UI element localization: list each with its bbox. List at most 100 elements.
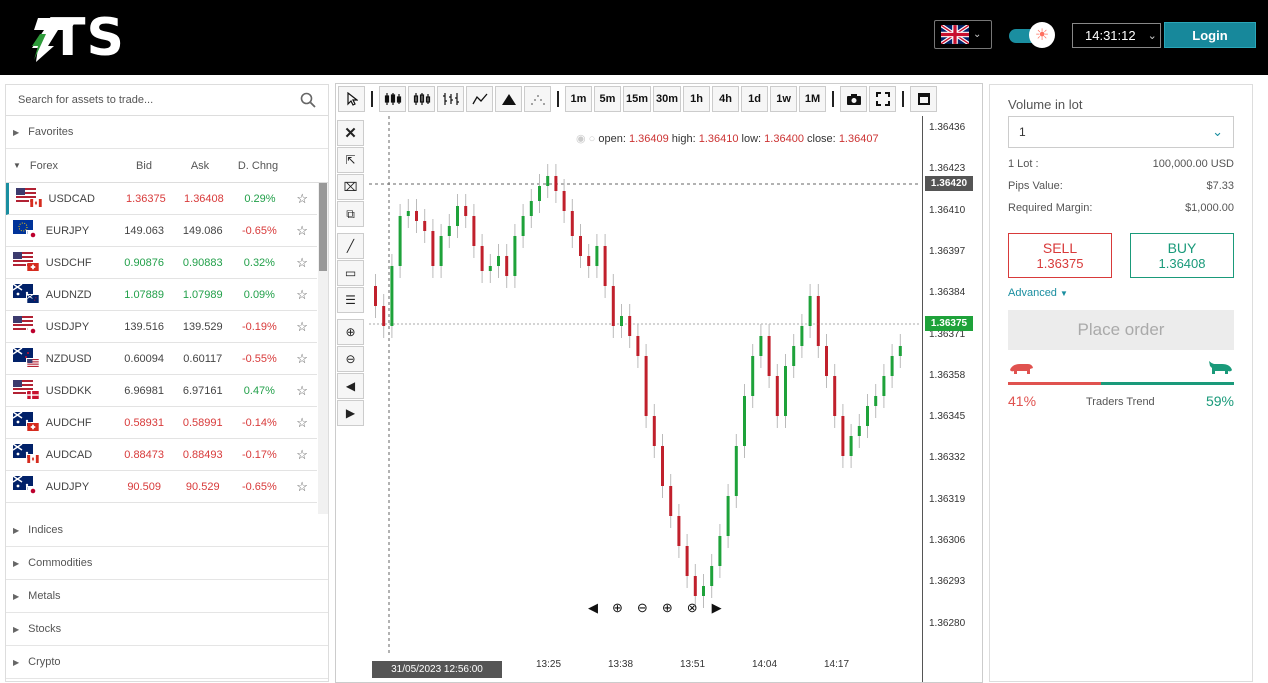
asset-search[interactable]: Search for assets to trade... <box>6 85 328 116</box>
forex-row[interactable]: AUDJPY 90.509 90.529 -0.65% ☆ <box>6 471 317 503</box>
logo[interactable]: TS <box>30 10 180 66</box>
timeframe-30m-button[interactable]: 30m <box>653 86 682 112</box>
candle-body <box>767 336 771 376</box>
chart-mode-button[interactable] <box>910 86 938 112</box>
category-favorites[interactable]: ▶ Favorites <box>6 116 328 149</box>
candle-body <box>505 256 509 276</box>
timeframe-5m-button[interactable]: 5m <box>594 86 621 112</box>
screenshot-button[interactable] <box>840 86 868 112</box>
caret-right-icon: ▶ <box>13 127 20 137</box>
star-icon[interactable]: ☆ <box>287 383 317 399</box>
category-crypto[interactable]: ▶ Crypto <box>6 646 328 679</box>
star-icon[interactable]: ☆ <box>287 223 317 239</box>
language-selector[interactable]: ⌄ <box>934 20 992 49</box>
forex-table-header[interactable]: ▼ Forex Bid Ask D. Chng <box>6 149 328 183</box>
symbol: USDCAD <box>48 192 95 205</box>
scrollbar-thumb[interactable] <box>319 183 327 271</box>
forex-row[interactable]: NZDUSD 0.60094 0.60117 -0.55% ☆ <box>6 343 317 375</box>
volume-select[interactable]: 1 ⌄ <box>1008 116 1234 148</box>
candle-body <box>890 356 894 376</box>
forex-row[interactable]: USDDKK 6.96981 6.97161 0.47% ☆ <box>6 375 317 407</box>
fullscreen-button[interactable] <box>869 86 897 112</box>
advanced-toggle[interactable]: Advanced ▼ <box>1008 287 1068 299</box>
scroll-left-icon[interactable]: ◀ <box>588 600 598 616</box>
star-icon[interactable]: ☆ <box>287 351 317 367</box>
us-ca-flag-icon <box>16 187 46 211</box>
dots-chart-button[interactable] <box>524 86 551 112</box>
ohlc-bars-button[interactable] <box>437 86 464 112</box>
star-icon[interactable]: ☆ <box>287 447 317 463</box>
candlestick-chart[interactable] <box>369 116 919 656</box>
scroll-right-icon[interactable]: ▶ <box>337 400 364 426</box>
au-jp-flag-icon <box>13 475 43 499</box>
timezone-clock[interactable]: 14:31:12 ⌄ <box>1072 23 1161 48</box>
ohlc-readout: ◉ ○ open: 1.36409 high: 1.36410 low: 1.3… <box>576 132 879 145</box>
fibonacci-icon[interactable]: ☰ <box>337 287 364 313</box>
forex-row[interactable]: USDCHF 0.90876 0.90883 0.32% ☆ <box>6 247 317 279</box>
area-chart-button[interactable] <box>495 86 522 112</box>
bear-icon <box>1010 364 1033 374</box>
eye-icon[interactable]: ◉ ○ <box>576 133 595 145</box>
copy-icon[interactable]: ⧉ <box>337 201 364 227</box>
candle-body <box>816 296 820 346</box>
ask-price: 0.60117 <box>183 352 223 365</box>
forex-row[interactable]: EURJPY 149.063 149.086 -0.65% ☆ <box>6 215 317 247</box>
scroll-right-icon[interactable]: ▶ <box>712 600 722 616</box>
zoom-in-icon[interactable]: ⊕ <box>337 319 364 345</box>
star-icon[interactable]: ☆ <box>287 319 317 335</box>
star-icon[interactable]: ☆ <box>287 479 317 495</box>
sell-button[interactable]: SELL 1.36375 <box>1008 233 1112 278</box>
timeframe-1M-button[interactable]: 1M <box>799 86 827 112</box>
forex-row[interactable]: USDJPY 139.516 139.529 -0.19% ☆ <box>6 311 317 343</box>
timeframe-4h-button[interactable]: 4h <box>712 86 740 112</box>
candle-body <box>554 176 558 191</box>
zoom-out-icon[interactable]: ⊖ <box>337 346 364 372</box>
star-icon[interactable]: ☆ <box>287 415 317 431</box>
star-icon[interactable]: ☆ <box>287 255 317 271</box>
candles-chart-button[interactable] <box>379 86 406 112</box>
ohlc-open: 1.36409 <box>628 133 669 145</box>
margin-value: $1,000.00 <box>1185 202 1234 214</box>
rectangle-icon[interactable]: ▭ <box>337 260 364 286</box>
login-button[interactable]: Login <box>1164 22 1256 48</box>
forex-row[interactable]: AUDNZD 1.07889 1.07989 0.09% ☆ <box>6 279 317 311</box>
ask-price: 1.36408 <box>184 192 224 205</box>
bid-price: 1.36375 <box>125 192 166 205</box>
forex-row[interactable]: AUDCHF 0.58931 0.58991 -0.14% ☆ <box>6 407 317 439</box>
logo-arrow-icon <box>32 18 78 62</box>
pointer-tool-button[interactable] <box>338 86 365 112</box>
hollow-candles-button[interactable] <box>408 86 435 112</box>
buy-percent: 59% <box>1205 393 1234 409</box>
timeframe-1m-button[interactable]: 1m <box>565 86 592 112</box>
timeframe-1d-button[interactable]: 1d <box>741 86 769 112</box>
close-icon[interactable]: ✕ <box>337 120 364 146</box>
buy-button[interactable]: BUY 1.36408 <box>1130 233 1234 278</box>
reset-zoom-icon[interactable]: ⊗ <box>687 600 698 616</box>
forex-row[interactable]: USDCAD 1.36375 1.36408 0.29% ☆ <box>6 183 317 215</box>
trend-line-icon[interactable]: ╱ <box>337 233 364 259</box>
scroll-left-icon[interactable]: ◀ <box>337 373 364 399</box>
category-stocks[interactable]: ▶ Stocks <box>6 613 328 646</box>
zoom-out-icon[interactable]: ⊖ <box>637 600 648 616</box>
price-axis[interactable]: 1.36280 1.36293 1.36306 1.36319 1.36332 1.363… <box>922 116 982 682</box>
search-icon[interactable] <box>300 92 316 108</box>
zoom-in-right-icon[interactable]: ⊕ <box>662 600 673 616</box>
search-input[interactable]: Search for assets to trade... <box>18 94 153 106</box>
zoom-in-icon[interactable]: ⊕ <box>612 600 623 616</box>
scrollbar[interactable] <box>318 183 328 514</box>
star-icon[interactable]: ☆ <box>288 191 318 207</box>
place-order-button[interactable]: Place order <box>1008 310 1234 350</box>
delete-drawings-icon[interactable]: ⌧ <box>337 174 364 200</box>
category-indices[interactable]: ▶ Indices <box>6 514 328 547</box>
category-commodities[interactable]: ▶ Commodities <box>6 547 328 580</box>
timeframe-15m-button[interactable]: 15m <box>623 86 652 112</box>
line-chart-button[interactable] <box>466 86 493 112</box>
forex-row[interactable]: AUDCAD 0.88473 0.88493 -0.17% ☆ <box>6 439 317 471</box>
camera-icon <box>846 93 861 105</box>
select-tool-icon[interactable]: ⇱ <box>337 147 364 173</box>
timeframe-1h-button[interactable]: 1h <box>683 86 711 112</box>
timeframe-1w-button[interactable]: 1w <box>770 86 798 112</box>
category-metals[interactable]: ▶ Metals <box>6 580 328 613</box>
theme-toggle[interactable]: ☀ <box>1009 22 1057 48</box>
star-icon[interactable]: ☆ <box>287 287 317 303</box>
